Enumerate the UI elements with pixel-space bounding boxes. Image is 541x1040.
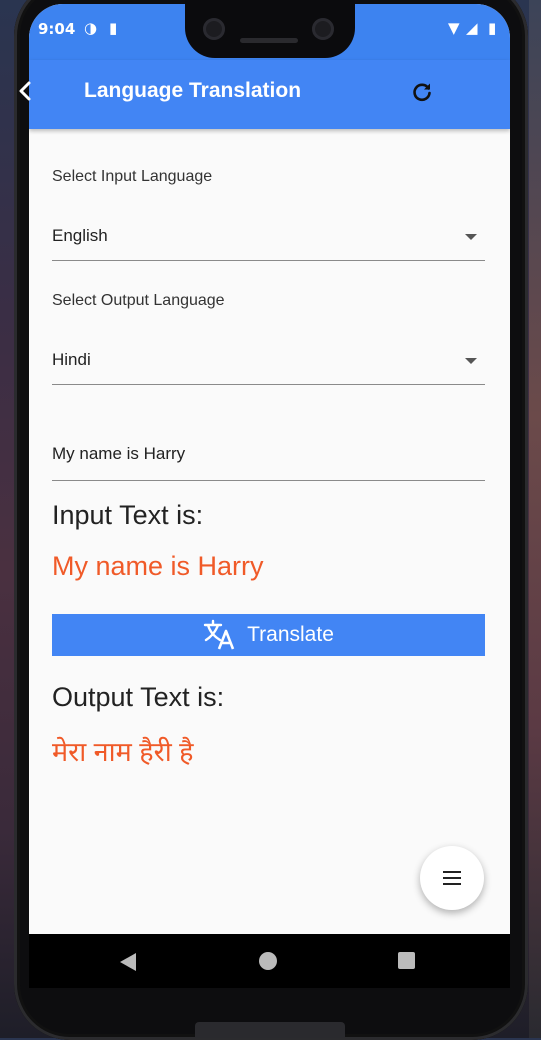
menu-icon-line	[443, 871, 461, 873]
status-time: 9:04	[38, 20, 76, 38]
back-arrow-icon[interactable]	[14, 79, 38, 103]
page-title: Language Translation	[84, 79, 302, 102]
dropdown-arrow-icon	[465, 358, 477, 364]
data-saver-icon: ◑	[84, 19, 98, 37]
output-text-heading: Output Text is:	[52, 682, 225, 712]
earpiece-speaker	[240, 38, 298, 43]
translate-button-label: Translate	[247, 623, 334, 646]
front-camera-left	[203, 18, 225, 40]
wifi-icon: ▼	[448, 19, 460, 37]
system-nav-bar	[29, 934, 510, 988]
input-language-dropdown[interactable]: English	[52, 214, 485, 261]
menu-icon-line	[443, 883, 461, 885]
translate-button[interactable]: Translate	[52, 614, 485, 656]
battery-icon: ▮	[488, 19, 497, 37]
input-language-value: English	[52, 226, 108, 245]
nav-back-icon[interactable]	[120, 953, 136, 971]
nav-home-icon[interactable]	[259, 952, 277, 970]
menu-fab-button[interactable]	[420, 846, 484, 910]
desktop-background	[529, 0, 541, 1038]
output-text-display: मेरा नाम हैरी है	[52, 737, 194, 767]
nav-recents-icon[interactable]	[398, 952, 415, 969]
text-input-value: My name is Harry	[52, 444, 186, 463]
input-language-label: Select Input Language	[52, 168, 213, 185]
menu-icon-line	[443, 877, 461, 879]
translate-icon	[203, 619, 235, 650]
camera-notch	[185, 0, 355, 58]
input-text-display: My name is Harry	[52, 551, 264, 581]
dropdown-arrow-icon	[465, 234, 477, 240]
signal-icon: ◢	[466, 19, 478, 37]
output-language-label: Select Output Language	[52, 292, 225, 309]
refresh-icon[interactable]	[410, 80, 434, 104]
text-input-field[interactable]: My name is Harry	[52, 430, 485, 481]
output-language-dropdown[interactable]: Hindi	[52, 338, 485, 385]
device-bottom-edge	[195, 1022, 345, 1038]
sd-card-icon: ▮	[109, 19, 118, 37]
input-text-heading: Input Text is:	[52, 500, 204, 530]
output-language-value: Hindi	[52, 350, 91, 369]
front-camera-right	[312, 18, 334, 40]
